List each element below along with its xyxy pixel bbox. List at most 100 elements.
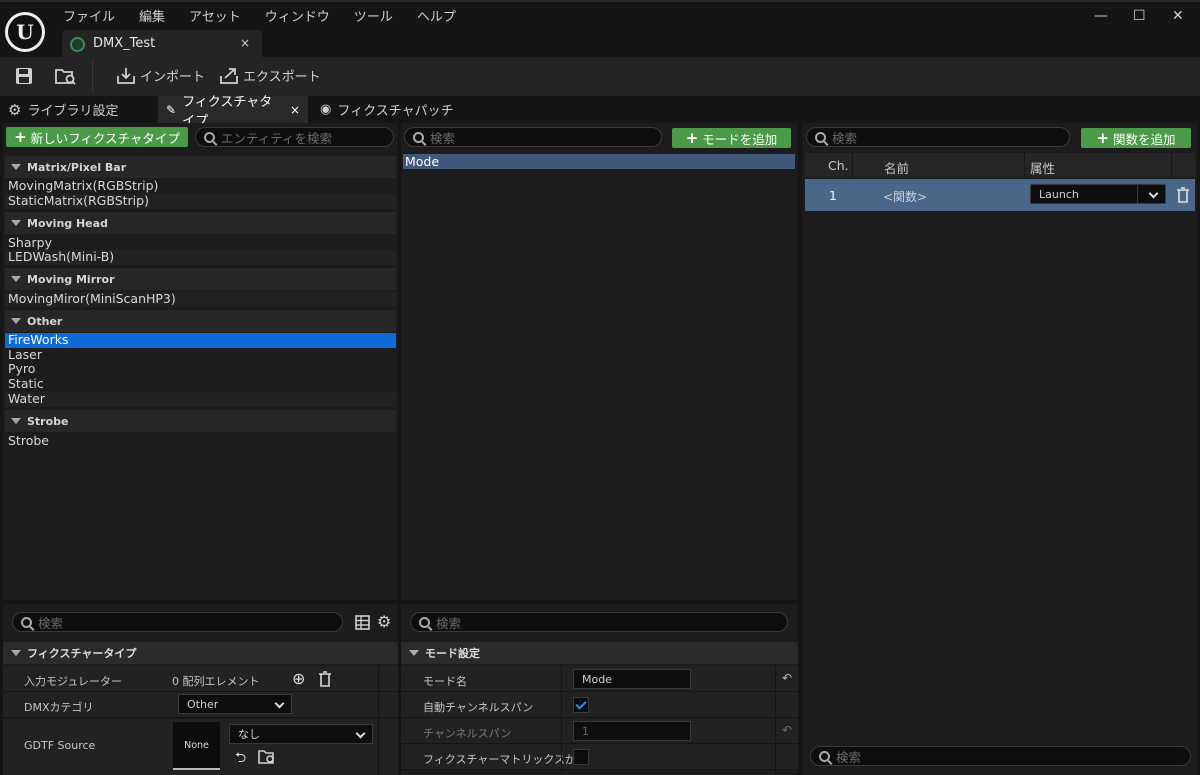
row-gdtf-source: GDTF Source None なし ⮌ [3,719,398,775]
list-item[interactable]: MovingMiror(MiniScanHP3) [5,291,396,307]
table-view-icon[interactable] [355,615,370,630]
close-tab-icon[interactable]: × [240,36,250,50]
attribute-value: Launch [1039,187,1079,201]
auto-span-label: 自動チャンネルスパン [423,701,534,714]
tab-library-settings[interactable]: ⚙ ライブラリ設定 [0,96,126,123]
collapse-arrow-icon [11,276,21,282]
channel-span-label: チャンネルスパン [423,727,512,740]
gdtf-dropdown[interactable]: なし [229,724,373,744]
category-other[interactable]: Other [5,310,396,332]
export-button[interactable]: エクスポート [219,66,321,85]
section-mode-settings[interactable]: モード設定 [401,642,798,664]
dmx-library-icon [70,37,85,52]
tab-fixture-patch[interactable]: ◉ フィクスチャパッチ [312,96,462,123]
menu-edit[interactable]: 編集 [139,6,165,25]
import-icon [117,67,135,84]
toolbar-separator [92,60,93,92]
mode-details-search-input[interactable]: 検索 [410,612,788,632]
list-item[interactable]: Laser [5,347,396,363]
fixture-icon: ✎ [166,102,177,117]
import-button[interactable]: インポート [116,66,205,85]
mode-name-input[interactable]: Mode [573,669,691,689]
add-function-button[interactable]: + 関数を追加 [1081,128,1191,148]
export-icon [220,67,238,84]
row-input-modulator: 入力モジュレーター 0 配列エレメント ⊕ [3,666,398,692]
close-tab-icon[interactable]: × [290,103,300,117]
document-tab[interactable]: DMX_Test × [62,30,262,59]
section-fixture-type[interactable]: フィクスチャータイプ [3,642,398,664]
browse-icon[interactable] [258,749,276,764]
title-bar: U ファイル 編集 アセット ウィンドウ ツール ヘルプ — ☐ ✕ DMX_T… [0,0,1200,59]
add-element-icon[interactable]: ⊕ [292,669,305,688]
chevron-down-icon [1148,188,1159,199]
collapse-arrow-icon [11,318,21,324]
list-item[interactable]: StaticMatrix(RGBStrip) [5,193,396,209]
row-name[interactable]: <関数> [883,188,927,205]
menu-file[interactable]: ファイル [63,6,115,25]
menu-asset[interactable]: アセット [189,6,241,25]
dmx-category-value: Other [187,697,219,711]
reset-arrow-icon[interactable]: ↶ [782,723,792,737]
collapse-arrow-icon [11,650,21,656]
list-item[interactable]: Pyro [5,361,396,377]
category-label: Matrix/Pixel Bar [27,160,127,174]
save-icon[interactable] [15,67,33,85]
mode-search-input[interactable]: 検索 [404,127,662,147]
tab-fixture-types[interactable]: ✎ フィクスチャタイプ × [158,95,308,129]
search-icon [204,131,215,143]
category-strobe[interactable]: Strobe [5,410,396,432]
chevron-down-icon [355,728,366,739]
column-attribute: 属性 [1030,161,1056,176]
trash-icon[interactable] [318,671,332,687]
menu-window[interactable]: ウィンドウ [265,6,330,25]
list-item[interactable]: LEDWash(Mini-B) [5,249,396,265]
category-moving-mirror[interactable]: Moving Mirror [5,268,396,290]
close-window-button[interactable]: ✕ [1172,8,1184,24]
settings-gear-icon[interactable]: ⚙ [377,612,391,631]
unreal-logo-icon[interactable]: U [5,12,45,52]
list-item[interactable]: Strobe [5,433,396,449]
category-label: Moving Head [27,216,108,230]
list-item[interactable]: MovingMatrix(RGBStrip) [5,178,396,194]
collapse-arrow-icon [11,220,21,226]
section-label: モード設定 [425,647,480,660]
plus-icon: + [14,128,27,146]
category-moving-head[interactable]: Moving Head [5,212,396,234]
auto-span-checkbox[interactable] [573,697,589,713]
maximize-button[interactable]: ☐ [1133,8,1146,24]
gdtf-thumbnail[interactable]: None [173,722,220,770]
minimize-button[interactable]: — [1094,8,1108,24]
add-function-label: 関数を追加 [1113,131,1176,147]
bottom-search-input[interactable]: 検索 [810,746,1191,766]
new-fixture-type-label: 新しいフィクスチャタイプ [30,130,180,146]
channel-span-input[interactable]: 1 [573,721,691,741]
menu-help[interactable]: ヘルプ [417,6,456,25]
entity-search-input[interactable]: エンティティを検索 [195,127,394,147]
trash-icon[interactable] [1176,187,1190,203]
functions-panel [802,123,1197,775]
new-fixture-type-button[interactable]: + 新しいフィクスチャタイプ [6,127,188,147]
browse-icon[interactable] [55,67,77,85]
use-selected-icon[interactable]: ⮌ [235,747,246,771]
menu-bar: ファイル 編集 アセット ウィンドウ ツール ヘルプ [63,6,480,25]
function-search-input[interactable]: 検索 [806,127,1070,147]
menu-tools[interactable]: ツール [354,6,393,25]
row-fixture-matrix: フィクスチャーマトリックスが... [401,744,798,770]
mode-item-selected[interactable]: Mode [403,154,795,169]
fixture-matrix-checkbox[interactable] [573,749,589,765]
details-search-input[interactable]: 検索 [12,612,343,632]
add-mode-button[interactable]: + モードを追加 [672,128,791,148]
list-item[interactable]: Water [5,391,396,407]
table-row[interactable]: 1 <関数> Launch [805,179,1195,211]
list-item-selected[interactable]: FireWorks [5,332,396,348]
attribute-dropdown[interactable]: Launch [1030,184,1166,204]
reset-arrow-icon[interactable]: ↶ [782,671,792,685]
dmx-category-dropdown[interactable]: Other [178,694,292,714]
input-modulator-label: 入力モジュレーター [24,675,123,688]
row-auto-channel-span: 自動チャンネルスパン [401,692,798,718]
category-matrix-pixel-bar[interactable]: Matrix/Pixel Bar [5,156,396,178]
function-table-header: Ch. 名前 属性 [805,153,1195,177]
search-icon [419,616,430,628]
input-modulator-value: 0 配列エレメント [172,675,260,688]
list-item[interactable]: Static [5,376,396,392]
